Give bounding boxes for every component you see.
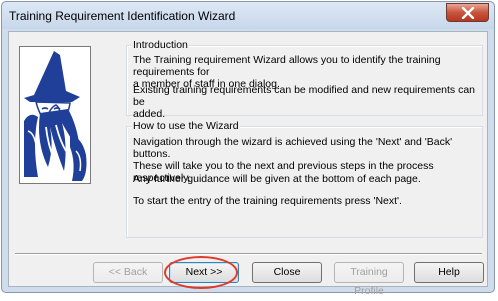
how-to-text-2: Any further guidance will be given at th… <box>133 173 421 185</box>
introduction-heading: Introduction <box>132 39 189 52</box>
close-icon <box>461 7 475 19</box>
introduction-text-2-line2: added. <box>133 108 166 120</box>
introduction-group: Introduction The Training requirement Wi… <box>126 39 483 120</box>
back-button[interactable]: << Back <box>93 262 163 283</box>
help-button[interactable]: Help <box>414 262 484 283</box>
how-to-text-3: To start the entry of the training requi… <box>133 195 402 207</box>
introduction-text-2-line1: Existing training requirements can be mo… <box>133 84 476 108</box>
window-title: Training Requirement Identification Wiza… <box>9 9 236 23</box>
close-button[interactable]: Close <box>252 262 322 283</box>
how-to-text-1-line1: Navigation through the wizard is achieve… <box>133 136 453 160</box>
training-profile-button[interactable]: Training Profile <box>334 262 404 297</box>
window-close-button[interactable] <box>446 3 489 22</box>
introduction-text-2: Existing training requirements can be mo… <box>133 84 476 120</box>
next-button[interactable]: Next >> <box>169 262 239 283</box>
introduction-text-1-line1: The Training requirement Wizard allows y… <box>133 54 441 78</box>
title-bar[interactable]: Training Requirement Identification Wiza… <box>2 2 494 29</box>
button-separator <box>15 253 482 255</box>
wizard-window: Training Requirement Identification Wiza… <box>1 1 495 297</box>
wizard-icon <box>24 51 87 181</box>
how-to-heading: How to use the Wizard <box>132 120 240 133</box>
wizard-client-area: Introduction The Training requirement Wi… <box>8 31 488 297</box>
how-to-group: How to use the Wizard Navigation through… <box>126 120 483 238</box>
wizard-illustration <box>19 46 91 184</box>
